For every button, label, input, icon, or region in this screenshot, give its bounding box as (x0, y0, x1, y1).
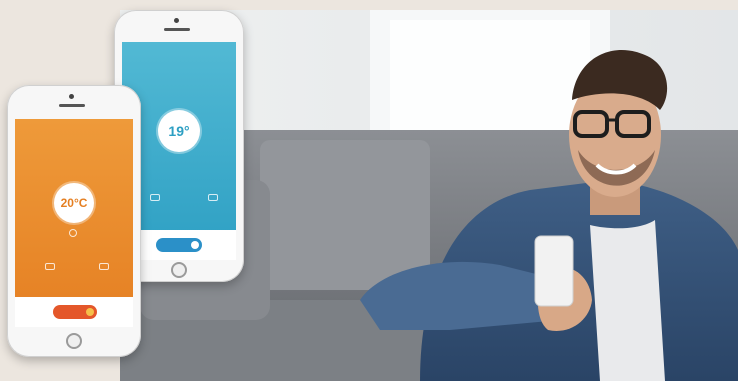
mode-icon[interactable] (208, 194, 218, 201)
man-undershirt (590, 220, 665, 381)
power-toggle[interactable] (156, 238, 202, 252)
temperature-display: 20°C (54, 183, 94, 223)
speaker-grille (59, 104, 85, 107)
toggle-knob (86, 308, 94, 316)
phone-orange-screen: 20°C (15, 119, 133, 327)
home-button[interactable] (171, 262, 187, 278)
handheld-phone (534, 235, 574, 307)
camera-icon (174, 18, 179, 23)
phone-orange: 20°C (7, 85, 141, 357)
fan-icon[interactable] (150, 194, 160, 201)
camera-icon (69, 94, 74, 99)
toggle-knob (191, 241, 199, 249)
thermometer-icon (69, 229, 77, 237)
mode-icon[interactable] (99, 263, 109, 270)
temperature-display: 19° (158, 110, 200, 152)
power-toggle[interactable] (53, 305, 97, 319)
temperature-value: 20°C (60, 196, 88, 210)
home-button[interactable] (66, 333, 82, 349)
temperature-value: 19° (168, 123, 190, 139)
fan-icon[interactable] (45, 263, 55, 270)
speaker-grille (164, 28, 190, 31)
sofa-cushion (260, 140, 430, 290)
